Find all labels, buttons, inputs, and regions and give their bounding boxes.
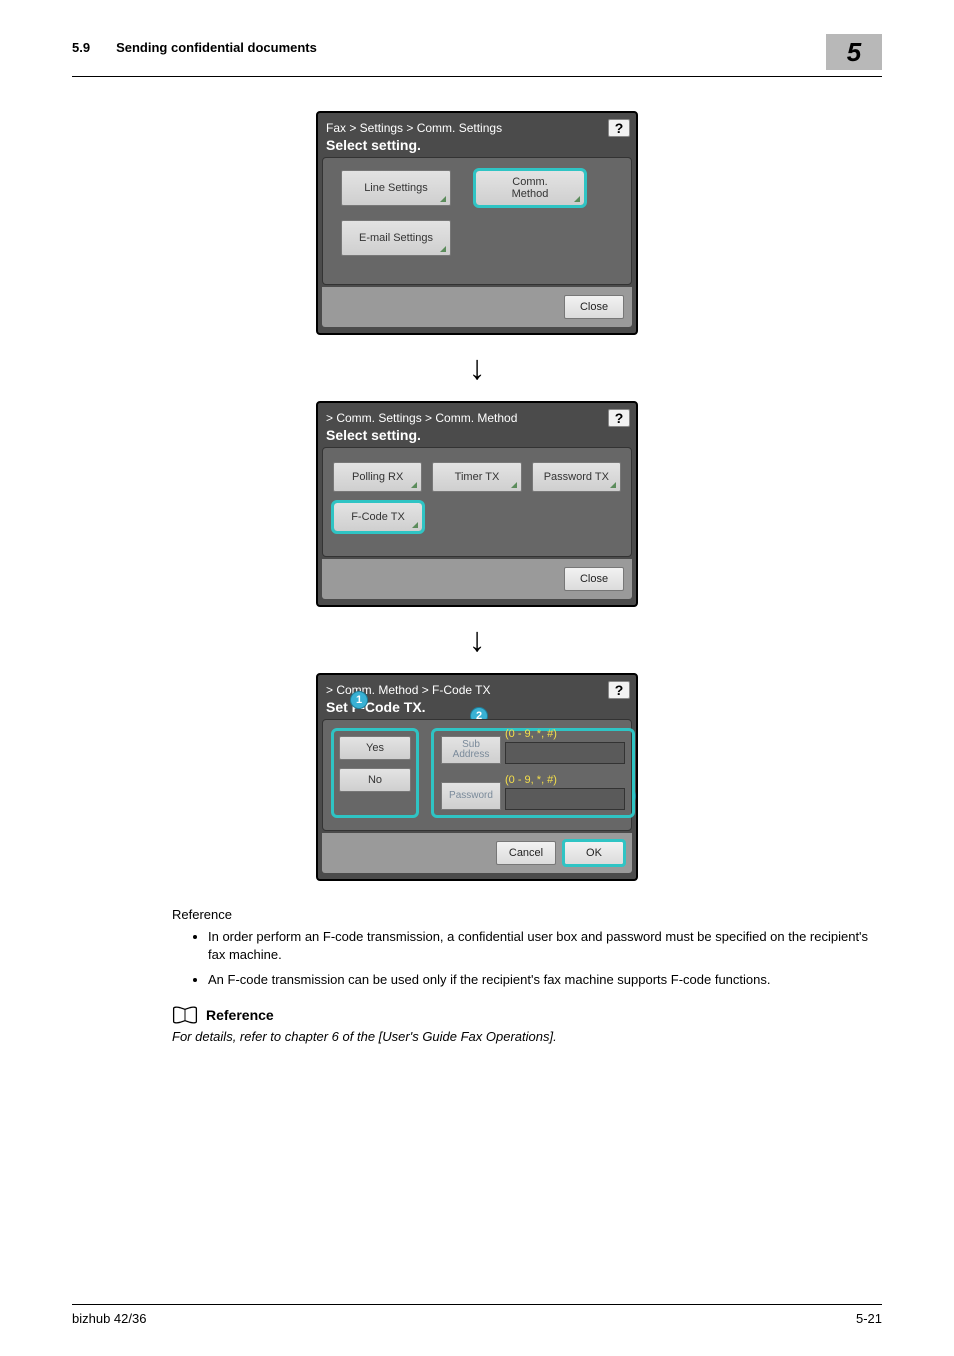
- password-tx-button[interactable]: Password TX: [532, 462, 621, 492]
- fcode-tx-button[interactable]: F-Code TX: [333, 502, 423, 532]
- header-rule: [72, 76, 882, 77]
- section-number: 5.9: [72, 40, 90, 55]
- panel-footer: Close: [322, 287, 632, 327]
- panel-subtitle: Select setting.: [322, 137, 632, 157]
- footer-page: 5-21: [856, 1311, 882, 1326]
- chapter-badge: 5: [826, 34, 882, 70]
- panel-body: Polling RX Timer TX Password TX F-Code T…: [322, 447, 632, 557]
- breadcrumb-text: Fax > Settings > Comm. Settings: [326, 121, 502, 135]
- ok-button[interactable]: OK: [564, 841, 624, 865]
- footer-model: bizhub 42/36: [72, 1311, 146, 1326]
- sub-address-button[interactable]: Sub Address: [441, 736, 501, 764]
- breadcrumb: > Comm. Settings > Comm. Method ?: [322, 407, 632, 427]
- panel-subtitle: Select setting.: [322, 427, 632, 447]
- help-icon[interactable]: ?: [608, 681, 630, 699]
- screens-column: Fax > Settings > Comm. Settings ? Select…: [72, 111, 882, 881]
- reference-heading: Reference: [172, 907, 882, 922]
- sub-address-hint: (0 - 9, *, #): [505, 728, 557, 740]
- reference-list: In order perform an F-code transmission,…: [208, 928, 882, 989]
- help-icon[interactable]: ?: [608, 409, 630, 427]
- polling-rx-button[interactable]: Polling RX: [333, 462, 422, 492]
- reference-label: Reference: [206, 1007, 274, 1023]
- password-hint: (0 - 9, *, #): [505, 774, 557, 786]
- close-button[interactable]: Close: [564, 567, 624, 591]
- password-field[interactable]: [505, 788, 625, 810]
- cancel-button[interactable]: Cancel: [496, 841, 556, 865]
- password-button[interactable]: Password: [441, 782, 501, 810]
- section-title: Sending confidential documents: [116, 40, 317, 55]
- reference-item: An F-code transmission can be used only …: [208, 971, 882, 989]
- down-arrow-icon: ↓: [469, 623, 486, 657]
- breadcrumb-text: > Comm. Settings > Comm. Method: [326, 411, 517, 425]
- breadcrumb: Fax > Settings > Comm. Settings ?: [322, 117, 632, 137]
- line-settings-button[interactable]: Line Settings: [341, 170, 451, 206]
- no-button[interactable]: No: [339, 768, 411, 792]
- panel-body: Yes No Sub Address (0 - 9, *, #) Passwor…: [322, 719, 632, 831]
- help-icon[interactable]: ?: [608, 119, 630, 137]
- email-settings-button[interactable]: E-mail Settings: [341, 220, 451, 256]
- page-footer: bizhub 42/36 5-21: [72, 1304, 882, 1326]
- page-header: 5.9 Sending confidential documents 5: [72, 40, 882, 70]
- reference-icon-row: Reference: [172, 1005, 882, 1025]
- book-icon: [172, 1005, 198, 1025]
- comm-method-button[interactable]: Comm. Method: [475, 170, 585, 206]
- reference-details: For details, refer to chapter 6 of the […: [172, 1029, 882, 1044]
- callout-1: 1: [350, 691, 368, 709]
- panel-footer: Close: [322, 559, 632, 599]
- panel-fcode-tx: > Comm. Method > F-Code TX ? Set F-Code …: [316, 673, 638, 881]
- close-button[interactable]: Close: [564, 295, 624, 319]
- reference-item: In order perform an F-code transmission,…: [208, 928, 882, 963]
- sub-address-field[interactable]: [505, 742, 625, 764]
- timer-tx-button[interactable]: Timer TX: [432, 462, 521, 492]
- header-left: 5.9 Sending confidential documents: [72, 40, 317, 55]
- panel-body: Line Settings Comm. Method E-mail Settin…: [322, 157, 632, 285]
- panel-footer: Cancel OK: [322, 833, 632, 873]
- breadcrumb: > Comm. Method > F-Code TX ?: [322, 679, 632, 699]
- yes-button[interactable]: Yes: [339, 736, 411, 760]
- panel-comm-settings: Fax > Settings > Comm. Settings ? Select…: [316, 111, 638, 335]
- reference-block: Reference In order perform an F-code tra…: [172, 907, 882, 1044]
- panel-comm-method: > Comm. Settings > Comm. Method ? Select…: [316, 401, 638, 607]
- down-arrow-icon: ↓: [469, 351, 486, 385]
